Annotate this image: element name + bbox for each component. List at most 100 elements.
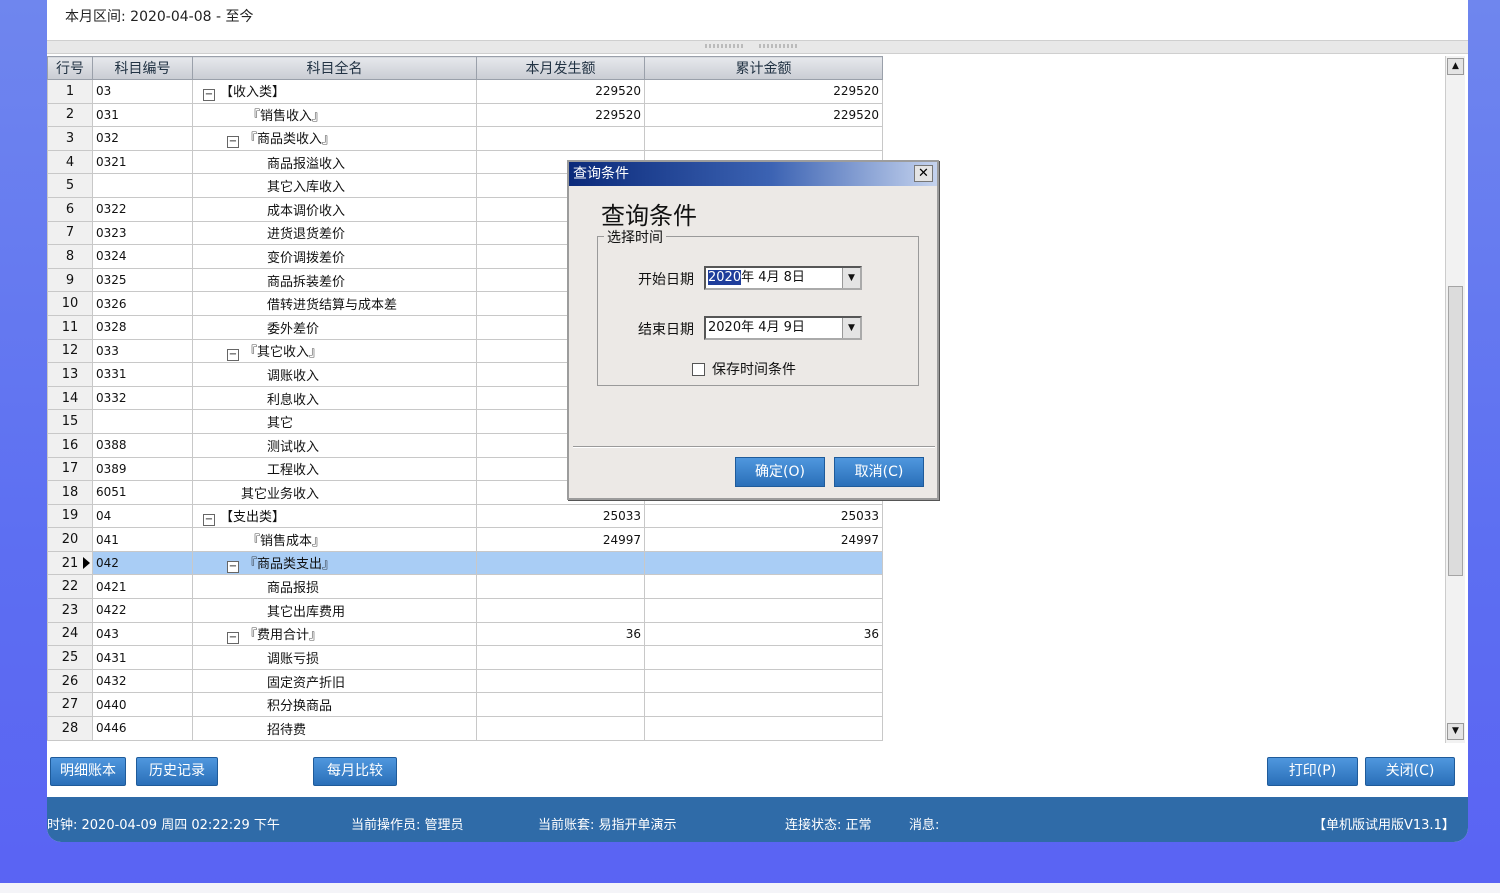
account-code-cell[interactable]: 032 xyxy=(92,126,193,151)
row-number-cell[interactable]: 12 xyxy=(47,338,93,364)
account-code-cell[interactable]: 0389 xyxy=(92,456,193,482)
column-header-row-no[interactable]: 行号 xyxy=(47,56,93,80)
row-number-cell[interactable]: 5 xyxy=(47,173,93,198)
account-name-cell[interactable]: 调账收入 xyxy=(192,362,477,387)
dialog-title-bar[interactable]: 查询条件 ✕ xyxy=(569,162,937,186)
month-amount-cell[interactable] xyxy=(476,645,645,670)
account-name-cell[interactable]: 『销售成本』 xyxy=(192,527,477,552)
account-name-cell[interactable]: − 【收入类】 xyxy=(192,79,477,104)
collapse-toggle-icon[interactable]: − xyxy=(227,631,239,644)
account-name-cell[interactable]: 测试收入 xyxy=(192,432,477,458)
table-row[interactable]: 20 041 『销售成本』 24997 24997 xyxy=(47,527,883,552)
account-code-cell[interactable]: 0321 xyxy=(92,149,193,175)
account-code-cell[interactable]: 041 xyxy=(92,527,193,552)
account-name-cell[interactable]: 商品报溢收入 xyxy=(192,149,477,175)
table-row[interactable]: 2 031 『销售收入』 229520 229520 xyxy=(47,102,883,128)
close-button[interactable]: 关闭(C) xyxy=(1365,757,1455,786)
row-number-cell[interactable]: 6 xyxy=(47,196,93,222)
scroll-up-arrow-icon[interactable]: ▲ xyxy=(1447,58,1464,75)
account-name-cell[interactable]: 积分换商品 xyxy=(192,692,477,718)
account-code-cell[interactable] xyxy=(92,409,193,434)
account-name-cell[interactable]: 利息收入 xyxy=(192,385,477,411)
account-name-cell[interactable]: 委外差价 xyxy=(192,314,477,340)
row-number-cell[interactable]: 26 xyxy=(47,668,93,694)
account-code-cell[interactable]: 0446 xyxy=(92,716,193,741)
table-row[interactable]: 3 032− 『商品类收入』 xyxy=(47,126,883,151)
month-amount-cell[interactable]: 229520 xyxy=(476,102,645,128)
account-code-cell[interactable]: 0325 xyxy=(92,267,193,293)
table-row[interactable]: 22 0421 商品报损 xyxy=(47,574,883,600)
total-amount-cell[interactable] xyxy=(644,668,883,694)
account-code-cell[interactable]: 6051 xyxy=(92,480,193,505)
row-number-cell[interactable]: 2 xyxy=(47,102,93,128)
total-amount-cell[interactable]: 36 xyxy=(644,621,883,647)
row-number-cell[interactable]: 27 xyxy=(47,692,93,718)
account-code-cell[interactable]: 043 xyxy=(92,621,193,647)
print-button[interactable]: 打印(P) xyxy=(1267,757,1358,786)
account-code-cell[interactable]: 031 xyxy=(92,102,193,128)
chevron-down-icon[interactable]: ▼ xyxy=(842,268,860,288)
total-amount-cell[interactable] xyxy=(644,598,883,623)
account-name-cell[interactable]: 其它 xyxy=(192,409,477,434)
account-code-cell[interactable]: 0431 xyxy=(92,645,193,670)
account-code-cell[interactable]: 0440 xyxy=(92,692,193,718)
account-name-cell[interactable]: 其它业务收入 xyxy=(192,480,477,505)
account-code-cell[interactable]: 04 xyxy=(92,503,193,529)
account-name-cell[interactable]: − 【支出类】 xyxy=(192,503,477,529)
row-number-cell[interactable]: 18 xyxy=(47,480,93,505)
row-number-cell[interactable]: 16 xyxy=(47,432,93,458)
row-number-cell[interactable]: 17 xyxy=(47,456,93,482)
collapse-toggle-icon[interactable]: − xyxy=(227,136,239,149)
total-amount-cell[interactable]: 229520 xyxy=(644,102,883,128)
month-amount-cell[interactable]: 25033 xyxy=(476,503,645,529)
row-number-cell[interactable]: 19 xyxy=(47,503,93,529)
account-name-cell[interactable]: 其它入库收入 xyxy=(192,173,477,198)
row-number-cell[interactable]: 20 xyxy=(47,527,93,552)
table-row[interactable]: 26 0432 固定资产折旧 xyxy=(47,668,883,694)
account-code-cell[interactable]: 042 xyxy=(92,550,193,576)
account-name-cell[interactable]: 成本调价收入 xyxy=(192,196,477,222)
account-name-cell[interactable]: − 『商品类收入』 xyxy=(192,126,477,151)
table-row[interactable]: 25 0431 调账亏损 xyxy=(47,645,883,670)
account-name-cell[interactable]: 进货退货差价 xyxy=(192,220,477,246)
account-name-cell[interactable]: 商品拆装差价 xyxy=(192,267,477,293)
account-code-cell[interactable]: 0326 xyxy=(92,291,193,316)
month-amount-cell[interactable] xyxy=(476,550,645,576)
table-row[interactable]: 1 03− 【收入类】 229520 229520 xyxy=(47,79,883,104)
cancel-button[interactable]: 取消(C) xyxy=(834,457,924,487)
scroll-down-arrow-icon[interactable]: ▼ xyxy=(1447,723,1464,740)
account-name-cell[interactable]: 调账亏损 xyxy=(192,645,477,670)
account-code-cell[interactable]: 0388 xyxy=(92,432,193,458)
account-name-cell[interactable]: − 『费用合计』 xyxy=(192,621,477,647)
account-code-cell[interactable]: 0332 xyxy=(92,385,193,411)
row-number-cell[interactable]: 3 xyxy=(47,126,93,151)
close-icon[interactable]: ✕ xyxy=(914,165,933,182)
total-amount-cell[interactable] xyxy=(644,550,883,576)
collapse-toggle-icon[interactable]: − xyxy=(227,348,239,361)
row-number-cell[interactable]: 23 xyxy=(47,598,93,623)
account-code-cell[interactable]: 0421 xyxy=(92,574,193,600)
table-row[interactable]: 21 042− 『商品类支出』 xyxy=(47,550,883,576)
total-amount-cell[interactable] xyxy=(644,574,883,600)
collapse-toggle-icon[interactable]: − xyxy=(203,513,215,526)
table-row[interactable]: 23 0422 其它出库费用 xyxy=(47,598,883,623)
account-name-cell[interactable]: 商品报损 xyxy=(192,574,477,600)
month-amount-cell[interactable] xyxy=(476,598,645,623)
ok-button[interactable]: 确定(O) xyxy=(735,457,825,487)
end-date-picker[interactable]: 2020年 4月 9日 ▼ xyxy=(704,316,862,340)
month-amount-cell[interactable] xyxy=(476,692,645,718)
account-name-cell[interactable]: − 『其它收入』 xyxy=(192,338,477,364)
account-name-cell[interactable]: 变价调拨差价 xyxy=(192,244,477,269)
account-name-cell[interactable]: 其它出库费用 xyxy=(192,598,477,623)
table-row[interactable]: 24 043− 『费用合计』 36 36 xyxy=(47,621,883,647)
collapse-toggle-icon[interactable]: − xyxy=(227,561,239,574)
month-amount-cell[interactable] xyxy=(476,574,645,600)
chevron-down-icon[interactable]: ▼ xyxy=(842,318,860,338)
account-name-cell[interactable]: 借转进货结算与成本差 xyxy=(192,291,477,316)
total-amount-cell[interactable] xyxy=(644,645,883,670)
row-number-cell[interactable]: 15 xyxy=(47,409,93,434)
total-amount-cell[interactable]: 24997 xyxy=(644,527,883,552)
row-number-cell[interactable]: 9 xyxy=(47,267,93,293)
table-row[interactable]: 19 04− 【支出类】 25033 25033 xyxy=(47,503,883,529)
row-number-cell[interactable]: 4 xyxy=(47,149,93,175)
